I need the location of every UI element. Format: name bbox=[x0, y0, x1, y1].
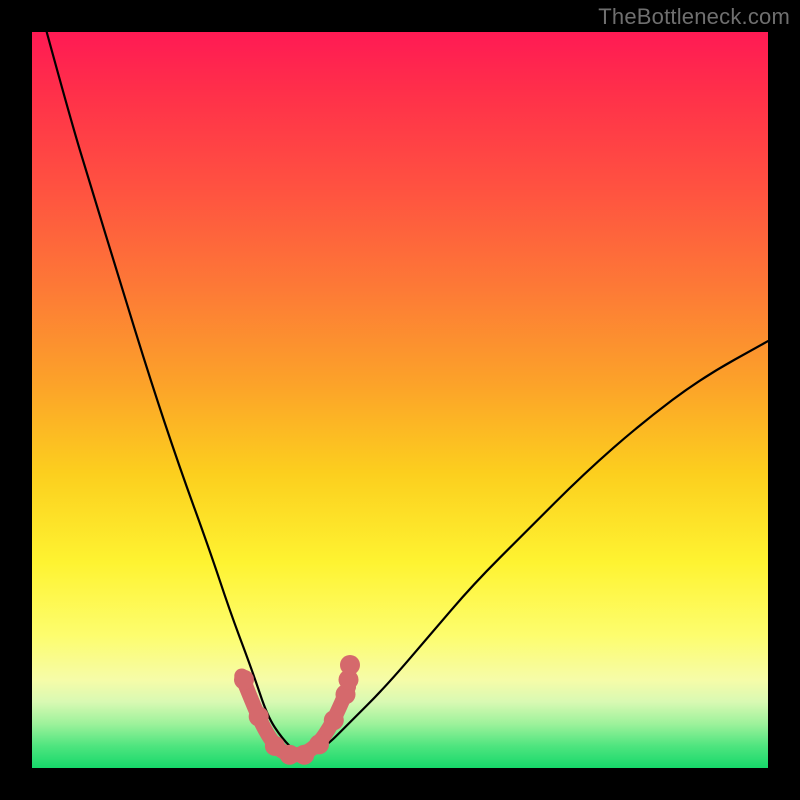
valley-dot bbox=[249, 707, 269, 727]
bottleneck-curve bbox=[47, 32, 768, 753]
outer-frame: TheBottleneck.com bbox=[0, 0, 800, 800]
valley-dot bbox=[340, 655, 360, 675]
plot-area bbox=[32, 32, 768, 768]
chart-svg bbox=[32, 32, 768, 768]
valley-dot bbox=[234, 670, 254, 690]
watermark-text: TheBottleneck.com bbox=[598, 4, 790, 30]
valley-dot bbox=[309, 734, 329, 754]
valley-dot bbox=[324, 710, 344, 730]
